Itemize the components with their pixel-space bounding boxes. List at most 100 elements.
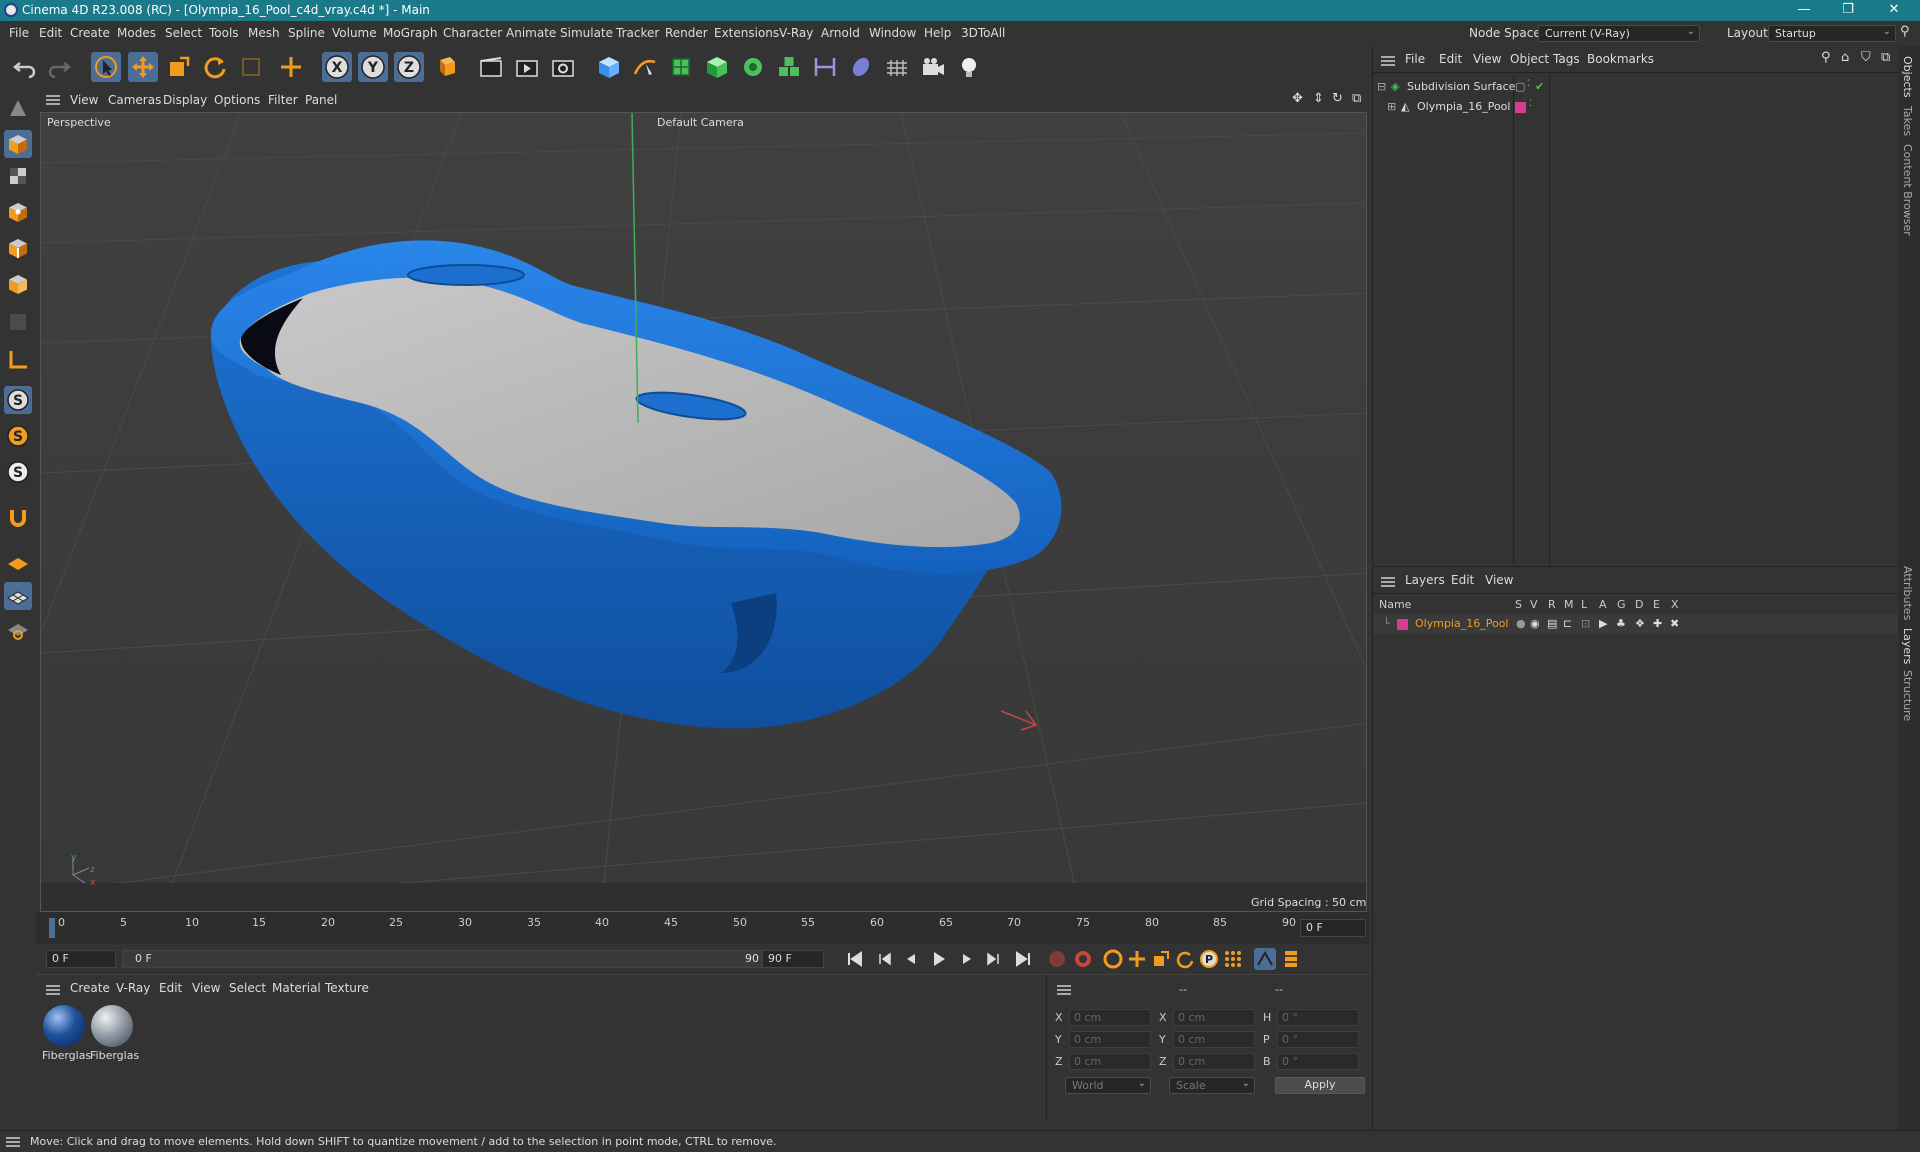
array-button[interactable] bbox=[738, 52, 768, 82]
object-row-olympia-pool[interactable]: ⊞ ◭ Olympia_16_Pool ⁚ bbox=[1373, 97, 1899, 117]
move-tool-button[interactable] bbox=[128, 52, 158, 82]
key-selection-button[interactable] bbox=[1102, 948, 1124, 970]
render-settings-button[interactable] bbox=[548, 52, 578, 82]
frame-range-slider[interactable]: 0 F 90 F bbox=[122, 950, 782, 968]
3d-viewport[interactable]: Perspective Default Camera Grid Spacing … bbox=[40, 112, 1367, 912]
render-to-picture-viewer-button[interactable] bbox=[512, 52, 542, 82]
generator-icon[interactable]: ♣ bbox=[1616, 617, 1626, 630]
minimize-button[interactable]: — bbox=[1784, 1, 1824, 19]
maximize-view-icon[interactable]: ⧉ bbox=[1352, 91, 1361, 106]
layers-menu-layers[interactable]: Layers bbox=[1405, 573, 1445, 587]
rotation-b-field[interactable]: 0 ° bbox=[1277, 1053, 1359, 1070]
node-space-dropdown[interactable]: Current (V-Ray) ⌄ bbox=[1538, 25, 1700, 42]
menu-file[interactable]: File bbox=[9, 26, 29, 40]
go-to-end-button[interactable] bbox=[1012, 948, 1034, 970]
menu-window[interactable]: Window bbox=[869, 26, 916, 40]
viewport-menu-panel[interactable]: Panel bbox=[305, 93, 337, 107]
field-button[interactable] bbox=[846, 52, 876, 82]
menu-edit[interactable]: Edit bbox=[39, 26, 62, 40]
undo-button[interactable] bbox=[10, 52, 40, 82]
deformer-icon[interactable]: ❖ bbox=[1635, 617, 1645, 630]
xref-icon[interactable]: ✖ bbox=[1670, 617, 1679, 630]
search-icon[interactable]: ⚲ bbox=[1900, 24, 1910, 39]
menu-animate[interactable]: Animate bbox=[506, 26, 556, 40]
timeline-ruler[interactable]: 0 5 10 15 20 25 30 35 40 45 50 55 60 65 … bbox=[36, 912, 1369, 944]
snap-settings-button[interactable]: S bbox=[4, 422, 32, 450]
menu-extensions[interactable]: Extensions bbox=[714, 26, 779, 40]
pen-spline-button[interactable] bbox=[630, 52, 660, 82]
edges-mode-button[interactable] bbox=[4, 234, 32, 262]
menu-tools[interactable]: Tools bbox=[209, 26, 239, 40]
object-menu-tags[interactable]: Tags bbox=[1553, 52, 1580, 66]
next-frame-button[interactable] bbox=[956, 948, 978, 970]
start-frame-field[interactable]: 0 F bbox=[46, 950, 116, 968]
object-menu-edit[interactable]: Edit bbox=[1439, 52, 1462, 66]
floor-button[interactable] bbox=[882, 52, 912, 82]
timeline-window-button[interactable] bbox=[1254, 948, 1276, 970]
rotation-key-button[interactable] bbox=[1174, 948, 1196, 970]
new-window-icon[interactable]: ⧉ bbox=[1881, 50, 1890, 65]
layout-dropdown[interactable]: Startup ⌄ bbox=[1768, 25, 1896, 42]
home-icon[interactable]: ⌂ bbox=[1841, 50, 1849, 65]
layers-menu-edit[interactable]: Edit bbox=[1451, 573, 1474, 587]
hamburger-icon[interactable] bbox=[1057, 985, 1071, 995]
rotation-h-field[interactable]: 0 ° bbox=[1277, 1009, 1359, 1026]
object-visibility-toggle-icon[interactable]: ▢ bbox=[1515, 80, 1525, 93]
tab-objects[interactable]: Objects bbox=[1901, 56, 1914, 98]
pan-view-icon[interactable]: ✥ bbox=[1292, 91, 1303, 106]
uv-mode-button[interactable] bbox=[4, 308, 32, 336]
collapse-icon[interactable]: ⊟ bbox=[1377, 80, 1386, 93]
render-clapper-icon[interactable]: ▤ bbox=[1547, 617, 1557, 630]
redo-button[interactable] bbox=[44, 52, 74, 82]
workplane-snap-button[interactable]: S bbox=[4, 458, 32, 486]
restore-button[interactable]: ❐ bbox=[1828, 1, 1868, 19]
object-menu-object[interactable]: Object bbox=[1510, 52, 1549, 66]
rotation-p-field[interactable]: 0 ° bbox=[1277, 1031, 1359, 1048]
object-menu-file[interactable]: File bbox=[1405, 52, 1425, 66]
playhead[interactable] bbox=[49, 918, 55, 938]
position-y-field[interactable]: 0 cm bbox=[1069, 1031, 1151, 1048]
magnet-button[interactable] bbox=[4, 504, 32, 532]
scale-key-button[interactable] bbox=[1150, 948, 1172, 970]
menu-spline[interactable]: Spline bbox=[288, 26, 325, 40]
polygons-mode-button[interactable] bbox=[4, 270, 32, 298]
viewport-menu-cameras[interactable]: Cameras bbox=[108, 93, 161, 107]
solo-toggle-icon[interactable]: ● bbox=[1516, 617, 1526, 630]
menu-select[interactable]: Select bbox=[165, 26, 202, 40]
snap-button[interactable]: S bbox=[4, 386, 32, 414]
layer-row-olympia-pool[interactable]: └ Olympia_16_Pool ● ◉ ▤ ⊏ ⊡ ▶ ♣ ❖ ✚ ✖ bbox=[1373, 614, 1899, 634]
camera-button[interactable] bbox=[918, 52, 948, 82]
material-swatch[interactable]: Fiberglas bbox=[90, 1005, 139, 1062]
menu-arnold[interactable]: Arnold bbox=[821, 26, 860, 40]
hamburger-icon[interactable] bbox=[1381, 56, 1395, 66]
material-menu-create[interactable]: Create bbox=[70, 981, 110, 995]
material-menu-select[interactable]: Select bbox=[229, 981, 266, 995]
apply-button[interactable]: Apply bbox=[1275, 1077, 1365, 1094]
animation-play-icon[interactable]: ▶ bbox=[1599, 617, 1607, 630]
object-menu-view[interactable]: View bbox=[1473, 52, 1501, 66]
menu-render[interactable]: Render bbox=[665, 26, 708, 40]
render-view-button[interactable] bbox=[476, 52, 506, 82]
material-menu-view[interactable]: View bbox=[192, 981, 220, 995]
autokey-button[interactable] bbox=[1072, 948, 1094, 970]
x-axis-lock-button[interactable]: X bbox=[322, 52, 352, 82]
coordinate-system-dropdown[interactable]: World ⌄ bbox=[1065, 1077, 1151, 1094]
search-icon[interactable]: ⚲ bbox=[1821, 50, 1831, 65]
locked-workplane-button[interactable] bbox=[4, 616, 32, 644]
coordinate-system-button[interactable] bbox=[430, 52, 460, 82]
axis-mode-button[interactable] bbox=[4, 346, 32, 374]
size-x-field[interactable]: 0 cm bbox=[1173, 1009, 1255, 1026]
camera-name-label[interactable]: Default Camera bbox=[657, 116, 744, 129]
tab-attributes[interactable]: Attributes bbox=[1901, 566, 1914, 620]
menu-create[interactable]: Create bbox=[70, 26, 110, 40]
position-x-field[interactable]: 0 cm bbox=[1069, 1009, 1151, 1026]
close-button[interactable]: ✕ bbox=[1874, 1, 1914, 19]
grid-workplane-button[interactable] bbox=[4, 582, 32, 610]
recent-tool-button[interactable] bbox=[236, 52, 266, 82]
rotate-tool-button[interactable] bbox=[200, 52, 230, 82]
layer-color-swatch[interactable] bbox=[1397, 619, 1408, 630]
hamburger-icon[interactable] bbox=[1381, 577, 1395, 587]
object-menu-bookmarks[interactable]: Bookmarks bbox=[1587, 52, 1654, 66]
hamburger-icon[interactable] bbox=[6, 1137, 20, 1147]
end-frame-field[interactable]: 90 F bbox=[762, 950, 824, 968]
